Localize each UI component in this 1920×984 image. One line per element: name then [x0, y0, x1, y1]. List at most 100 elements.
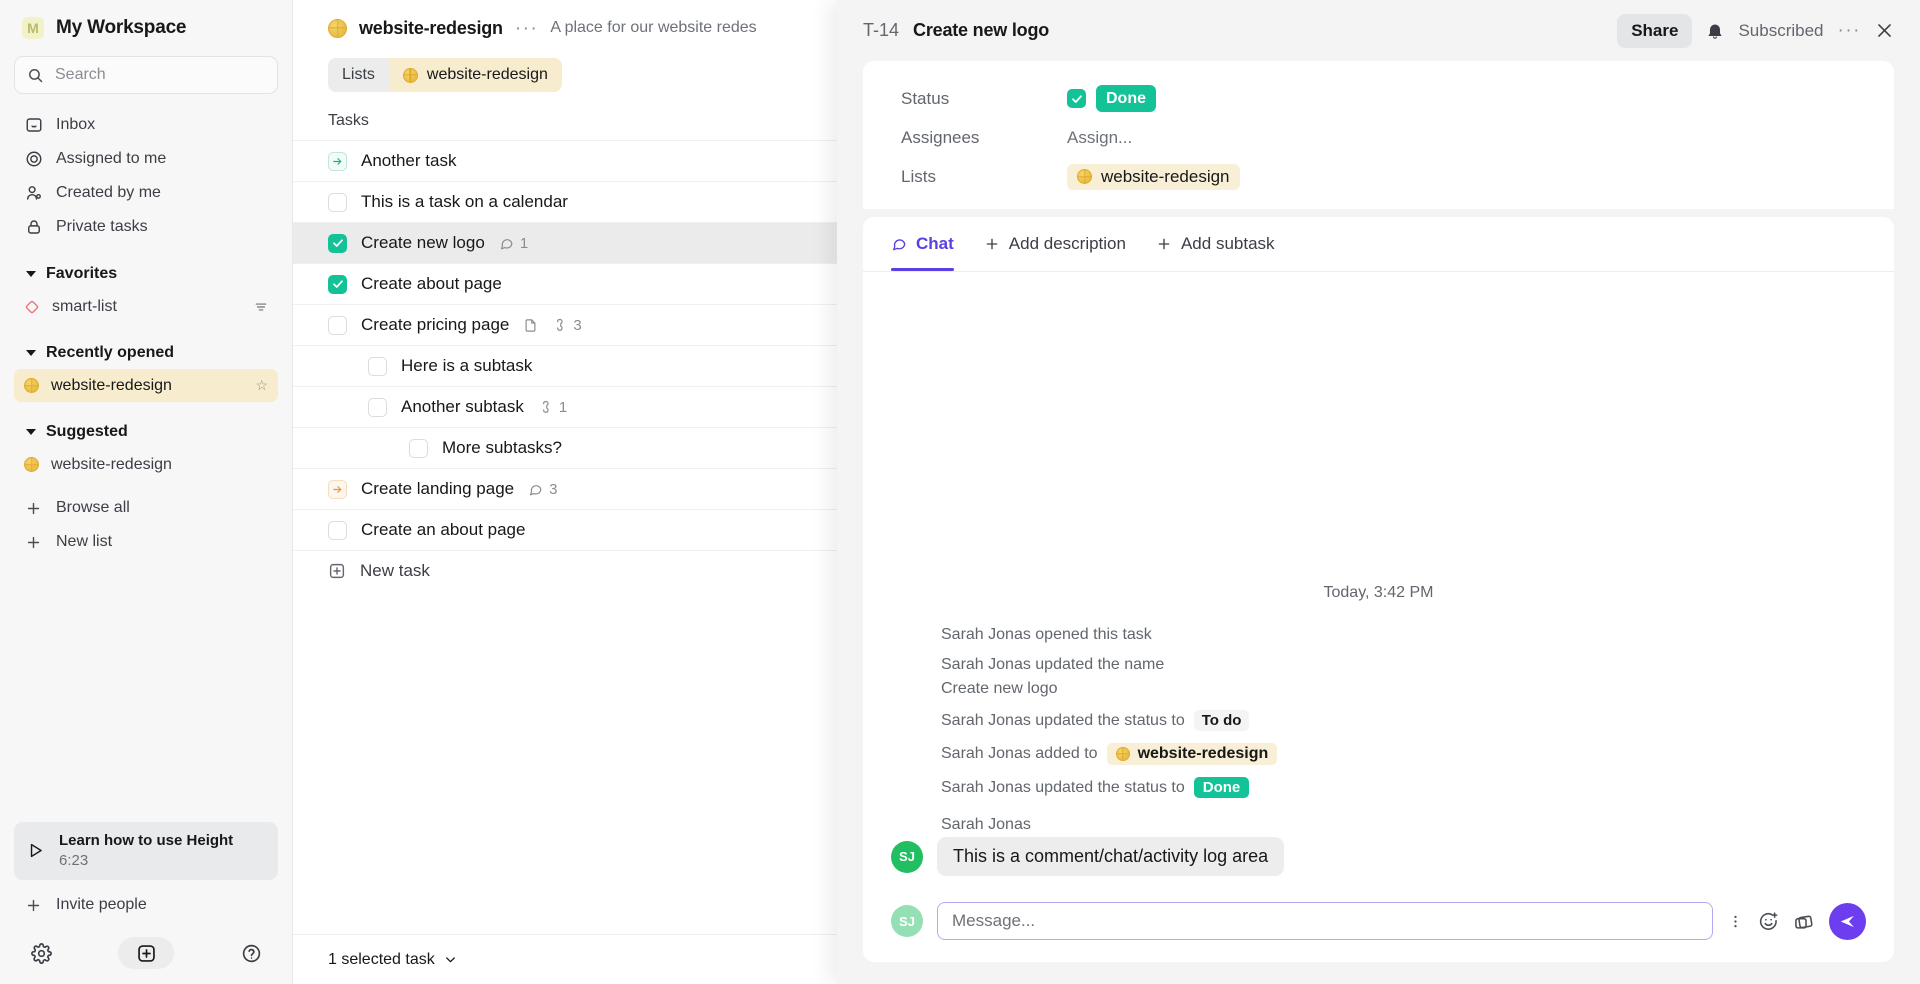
message-author: Sarah Jonas: [941, 816, 1031, 833]
activity-text: Sarah Jonas updated the status to: [941, 711, 1185, 729]
gif-icon[interactable]: [1793, 910, 1815, 932]
search-input[interactable]: Search: [14, 56, 278, 94]
sidebar-item-label: Assigned to me: [56, 150, 167, 167]
send-icon[interactable]: [1829, 902, 1866, 940]
section-suggested[interactable]: Suggested: [14, 416, 278, 448]
breadcrumb-lists[interactable]: Lists: [328, 58, 389, 92]
chevron-down-icon[interactable]: [443, 952, 458, 967]
status-arrow-icon[interactable]: [328, 151, 347, 171]
learn-height-card[interactable]: Learn how to use Height 6:23: [14, 821, 278, 880]
property-assignees[interactable]: Assignees Assign...: [863, 118, 1894, 157]
detail-task-title[interactable]: Create new logo: [913, 20, 1049, 41]
breadcrumb: Lists website-redesign: [328, 58, 562, 92]
message-input[interactable]: Message...: [937, 902, 1713, 940]
property-value[interactable]: website-redesign: [1067, 163, 1240, 190]
plus-box-icon: [328, 562, 346, 580]
new-list-button[interactable]: New list: [14, 525, 278, 559]
checkbox-checked-icon[interactable]: [328, 274, 347, 294]
property-parent-task[interactable]: Parent task None: [863, 196, 1894, 210]
chevron-down-icon: [26, 350, 36, 356]
detail-more-icon[interactable]: ···: [1838, 21, 1861, 40]
list-chip[interactable]: website-redesign: [1067, 163, 1240, 190]
subscribed-button[interactable]: Subscribed: [1738, 21, 1823, 41]
tab-chat[interactable]: Chat: [891, 217, 954, 271]
property-value[interactable]: None: [1067, 206, 1108, 210]
breadcrumb-current-label: website-redesign: [426, 66, 548, 83]
tab-add-subtask[interactable]: Add subtask: [1156, 217, 1275, 271]
sidebar-bottom-bar: [14, 922, 278, 984]
property-label: Status: [901, 88, 950, 108]
breadcrumb-current[interactable]: website-redesign: [388, 58, 562, 92]
plus-icon: [1156, 236, 1172, 252]
section-title: Suggested: [46, 423, 128, 440]
comment-icon: [891, 236, 907, 252]
gear-icon[interactable]: [24, 936, 58, 970]
day-separator: Today, 3:42 PM: [1323, 584, 1434, 601]
section-recently-opened[interactable]: Recently opened: [14, 337, 278, 369]
task-id: T-14: [863, 20, 900, 40]
checkbox-icon[interactable]: [409, 438, 428, 458]
browse-all-label: Browse all: [56, 499, 130, 516]
star-icon[interactable]: ☆: [255, 377, 268, 394]
comment-icon: [528, 482, 543, 497]
emoji-icon[interactable]: [1758, 911, 1779, 932]
property-value[interactable]: Done: [1067, 84, 1156, 113]
list-more-icon[interactable]: ···: [515, 19, 538, 38]
activity-item: Sarah Jonas added to website-redesign: [891, 737, 1866, 771]
link-count: 1: [538, 399, 567, 416]
sidebar-item-website-redesign-suggested[interactable]: website-redesign: [14, 448, 278, 481]
chat-card: Chat Add description Add subtask Today, …: [863, 217, 1894, 962]
status-badge: To do: [1193, 710, 1250, 731]
lock-icon: [24, 218, 43, 237]
globe-icon: [1115, 747, 1130, 761]
property-status[interactable]: Status Done: [863, 79, 1894, 118]
status-badge: Done: [1193, 777, 1250, 798]
plus-icon: [984, 236, 1000, 252]
list-chip-label: website-redesign: [1101, 166, 1230, 186]
plus-icon: [24, 533, 43, 552]
section-favorites[interactable]: Favorites: [14, 258, 278, 290]
more-vertical-icon[interactable]: [1727, 913, 1744, 930]
sidebar-item-website-redesign-recent[interactable]: website-redesign ☆: [14, 369, 278, 402]
sidebar-item-inbox[interactable]: Inbox: [14, 108, 278, 142]
task-name: This is a task on a calendar: [361, 192, 568, 211]
close-icon[interactable]: [1875, 21, 1894, 40]
add-box-icon[interactable]: [118, 937, 174, 969]
sidebar-item-smart-list[interactable]: smart-list: [14, 290, 278, 323]
sidebar-item-label: Created by me: [56, 184, 161, 201]
link-count: 3: [552, 317, 582, 334]
property-label: Lists: [901, 166, 936, 186]
sidebar-item-assigned-to-me[interactable]: Assigned to me: [14, 142, 278, 176]
activity-text: Sarah Jonas added to: [941, 745, 1098, 762]
globe-icon: [24, 457, 39, 472]
property-value[interactable]: Assign...: [1067, 128, 1132, 148]
plus-icon: [24, 499, 43, 518]
inbox-icon: [24, 116, 43, 135]
checkbox-checked-icon[interactable]: [1067, 89, 1086, 108]
sidebar-item-created-by-me[interactable]: Created by me: [14, 176, 278, 210]
bell-icon[interactable]: [1706, 22, 1724, 40]
sidebar-item-private-tasks[interactable]: Private tasks: [14, 210, 278, 244]
checkbox-checked-icon[interactable]: [328, 233, 347, 253]
checkbox-icon[interactable]: [328, 315, 347, 335]
comment-count: 3: [528, 481, 557, 498]
browse-all-button[interactable]: Browse all: [14, 491, 278, 525]
invite-people-button[interactable]: Invite people: [14, 888, 278, 922]
checkbox-icon[interactable]: [368, 397, 387, 417]
status-badge: Done: [1096, 84, 1156, 113]
chevron-down-icon: [26, 271, 36, 277]
checkbox-icon[interactable]: [328, 520, 347, 540]
help-icon[interactable]: [234, 936, 268, 970]
property-lists[interactable]: Lists website-redesign: [863, 157, 1894, 196]
checkbox-icon[interactable]: [368, 356, 387, 376]
status-arrow-icon[interactable]: [328, 479, 347, 499]
workspace-header[interactable]: M My Workspace: [14, 0, 278, 56]
checkbox-icon[interactable]: [328, 192, 347, 212]
comment-icon: [499, 236, 514, 251]
workspace-name: My Workspace: [56, 17, 187, 38]
task-name: Create about page: [361, 274, 502, 293]
tab-add-description[interactable]: Add description: [984, 217, 1126, 271]
section-title: Recently opened: [46, 344, 175, 361]
share-button[interactable]: Share: [1617, 13, 1693, 48]
